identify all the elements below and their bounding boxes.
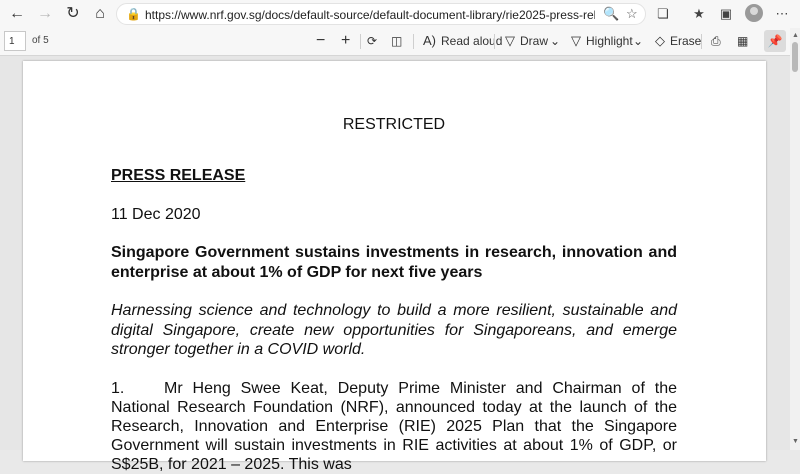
pdf-toolbar: 1 of 5 − + ⟳ ◫ A) Read aloud ▽ Draw ⌄ ▽ Hig…: [0, 28, 800, 56]
profile-avatar[interactable]: [745, 4, 763, 22]
toolbar-divider: [701, 34, 702, 49]
scroll-up-icon[interactable]: ▲: [792, 32, 799, 39]
fit-page-icon[interactable]: ◫: [391, 31, 402, 51]
url-text[interactable]: https://www.nrf.gov.sg/docs/default-sour…: [145, 8, 595, 22]
highlight-options-chevron-icon[interactable]: ⌄: [633, 31, 643, 51]
highlighter-icon: ▽: [571, 33, 581, 48]
eraser-icon: ◇: [655, 33, 665, 48]
draw-button[interactable]: ▽ Draw: [505, 31, 548, 51]
extensions-icon[interactable]: ▣: [717, 5, 735, 23]
rotate-icon[interactable]: ⟳: [367, 31, 377, 51]
paragraph-1: 1. Mr Heng Swee Keat, Deputy Prime Minist…: [111, 379, 677, 474]
pdf-viewer: RESTRICTED PRESS RELEASE 11 Dec 2020 Sin…: [0, 56, 790, 473]
headline: Singapore Government sustains investment…: [111, 244, 677, 281]
paragraph-number: 1.: [111, 380, 125, 397]
pdf-page: RESTRICTED PRESS RELEASE 11 Dec 2020 Sin…: [23, 61, 766, 473]
favorite-star-icon[interactable]: ☆: [626, 6, 638, 22]
draw-label: Draw: [520, 34, 549, 48]
zoom-icon[interactable]: 🔍: [603, 6, 619, 22]
zoom-in-icon[interactable]: +: [341, 31, 350, 51]
paragraph-text: Mr Heng Swee Keat, Deputy Prime Minister…: [111, 380, 677, 473]
collections-icon[interactable]: ❏: [654, 5, 672, 23]
back-arrow-icon[interactable]: ←: [6, 4, 28, 24]
page-number-input[interactable]: 1: [4, 31, 26, 51]
forward-arrow-icon[interactable]: →: [34, 4, 56, 24]
scrollbar-thumb[interactable]: [792, 42, 798, 72]
zoom-out-icon[interactable]: −: [316, 31, 325, 51]
browser-toolbar: ← → ↻ ⌂ 🔒 https://www.nrf.gov.sg/docs/de…: [0, 0, 800, 29]
draw-pen-icon: ▽: [505, 33, 515, 48]
lock-icon[interactable]: 🔒: [126, 7, 141, 21]
erase-label: Erase: [670, 34, 702, 48]
scroll-down-icon[interactable]: ▼: [792, 438, 799, 445]
highlight-button[interactable]: ▽ Highlight: [571, 31, 633, 51]
refresh-icon[interactable]: ↻: [62, 4, 84, 24]
read-aloud-icon: A): [423, 33, 436, 48]
more-menu-icon[interactable]: ⋯: [773, 5, 791, 23]
toolbar-divider: [413, 34, 414, 49]
toolbar-divider: [360, 34, 361, 49]
page-count: of 5: [32, 35, 49, 46]
erase-button[interactable]: ◇ Erase: [655, 31, 701, 51]
read-aloud-button[interactable]: A) Read aloud: [423, 31, 502, 51]
classification-label: RESTRICTED: [342, 116, 446, 133]
press-release-heading: PRESS RELEASE: [111, 167, 246, 184]
draw-options-chevron-icon[interactable]: ⌄: [550, 31, 560, 51]
vertical-scrollbar[interactable]: ▲ ▼: [790, 28, 800, 450]
save-icon[interactable]: ▦: [737, 31, 748, 51]
toolbar-divider: [494, 34, 495, 49]
address-bar[interactable]: 🔒 https://www.nrf.gov.sg/docs/default-so…: [116, 3, 646, 25]
home-icon[interactable]: ⌂: [89, 4, 111, 24]
pin-toolbar-icon[interactable]: 📌: [764, 30, 786, 52]
release-date: 11 Dec 2020: [111, 206, 201, 223]
subheading: Harnessing science and technology to bui…: [111, 302, 677, 358]
highlight-label: Highlight: [586, 34, 633, 48]
print-icon[interactable]: ⎙: [711, 31, 721, 51]
favorites-icon[interactable]: ★: [690, 5, 708, 23]
